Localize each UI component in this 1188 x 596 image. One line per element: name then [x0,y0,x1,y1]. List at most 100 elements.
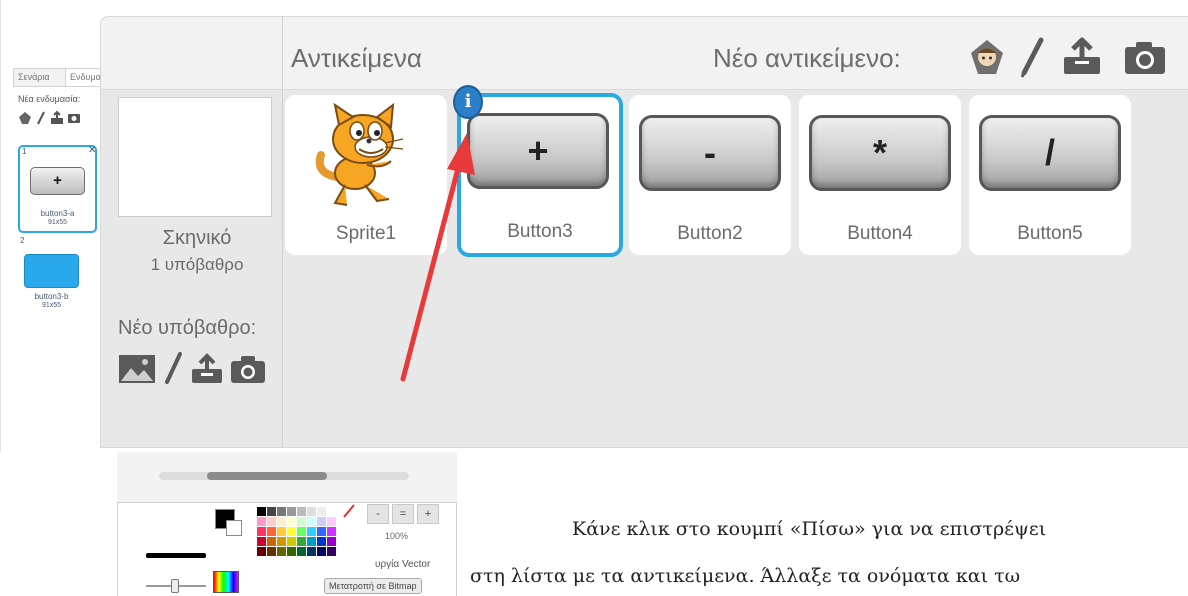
camera-icon[interactable] [1123,37,1167,77]
palette-swatch[interactable] [257,547,266,556]
palette-swatch[interactable] [287,537,296,546]
choose-sprite-icon[interactable] [967,37,1007,77]
palette-swatch[interactable] [297,517,306,526]
palette-swatch[interactable] [267,527,276,536]
palette-swatch[interactable] [287,507,296,516]
palette-swatch[interactable] [317,507,326,516]
choose-costume-icon[interactable] [18,111,32,125]
sprite-thumbnail: / [979,115,1121,191]
slider-handle[interactable] [171,579,179,593]
close-icon[interactable]: ✕ [88,145,96,156]
palette-swatch[interactable] [297,507,306,516]
camera-icon[interactable] [68,111,80,125]
palette-swatch[interactable] [307,517,316,526]
palette-swatch[interactable] [327,547,336,556]
palette-swatch[interactable] [307,507,316,516]
palette-swatch[interactable] [307,547,316,556]
palette-swatch[interactable] [307,537,316,546]
palette-swatch[interactable] [327,507,336,516]
stroke-width-preview [146,553,206,558]
zoom-out-button[interactable]: - [367,504,389,524]
palette-swatch[interactable] [327,537,336,546]
sprite-name: Button4 [847,223,913,244]
sprite-thumbnail: - [639,115,781,191]
annotation-arrow [400,133,475,382]
palette-swatch[interactable] [327,527,336,536]
sprite-tile-button2[interactable]: - Button2 [629,95,791,255]
palette-swatch[interactable] [277,537,286,546]
convert-to-bitmap-button[interactable]: Μετατροπή σε Bitmap [324,578,422,594]
paint-icon[interactable] [36,111,46,125]
new-costume-label: Νέα ενδυμασία: [18,94,81,104]
palette-swatch[interactable] [317,537,326,546]
paint-icon[interactable] [162,352,184,386]
stage-thumbnail[interactable] [118,97,272,217]
new-sprite-label: Νέο αντικείμενο: [713,43,901,73]
tab-scripts[interactable]: Σενάρια [13,68,67,86]
costume-thumbnail: + [30,167,85,195]
stage-label: Σκηνικό [162,227,232,249]
costume-name: button3-a [40,209,75,218]
costume-name: button3-b [34,292,69,301]
secondary-color-swatch[interactable] [226,520,242,536]
palette-swatch[interactable] [287,517,296,526]
color-palette[interactable] [257,507,336,556]
zoom-level: 100% [385,531,409,541]
palette-swatch[interactable] [267,517,276,526]
upload-icon[interactable] [50,111,64,125]
costume-item-1[interactable]: 1 ✕ + button3-a 91x55 [18,145,97,233]
info-icon[interactable]: i [453,85,483,119]
paint-icon[interactable] [1017,37,1047,79]
zoom-reset-button[interactable]: = [392,504,414,524]
costume-thumbnail-2[interactable] [24,254,79,288]
sprite-thumbnail: * [809,115,951,191]
scrollbar-thumb[interactable] [207,472,327,480]
palette-swatch[interactable] [257,537,266,546]
new-backdrop-label: Νέο υπόβαθρο: [118,317,257,339]
palette-swatch[interactable] [277,527,286,536]
palette-swatch[interactable] [307,527,316,536]
editor-tabs: Σενάρια Ενδυμασίες [13,68,111,86]
palette-swatch[interactable] [267,507,276,516]
palette-swatch[interactable] [267,537,276,546]
sprite-name: Button2 [677,223,743,244]
palette-swatch[interactable] [327,517,336,526]
palette-swatch[interactable] [267,547,276,556]
palette-swatch[interactable] [257,507,266,516]
palette-swatch[interactable] [317,547,326,556]
costume-number: 2 [20,236,25,245]
sprite-tile-button4[interactable]: * Button4 [799,95,961,255]
palette-swatch[interactable] [317,517,326,526]
panel-border [0,0,1,452]
sprites-title: Αντικείμενα [291,43,422,73]
backdrop-count: 1 υπόβαθρο [150,255,244,274]
palette-swatch[interactable] [317,527,326,536]
palette-swatch[interactable] [297,547,306,556]
tabs-divider [13,86,103,87]
new-backdrop-icons [118,352,266,386]
costume-size: 91x55 [41,302,62,309]
palette-swatch[interactable] [277,547,286,556]
palette-swatch[interactable] [297,537,306,546]
color-picker-icon[interactable] [213,571,239,593]
costumes-panel: Σενάρια Ενδυμασίες Νέα ενδυμασία: 1 ✕ + … [0,0,111,452]
palette-swatch[interactable] [287,527,296,536]
sprites-pane: Αντικείμενα Νέο αντικείμενο: Σκηνικό 1 υ… [100,16,1188,448]
upload-icon[interactable] [190,353,224,385]
new-costume-icons [18,111,80,125]
palette-swatch[interactable] [287,547,296,556]
palette-swatch[interactable] [277,507,286,516]
sprite-tile-button5[interactable]: / Button5 [969,95,1131,255]
palette-swatch[interactable] [297,527,306,536]
palette-swatch[interactable] [257,527,266,536]
no-color-icon[interactable] [343,504,355,518]
vector-mode-label: υργία Vector [375,559,431,570]
palette-swatch[interactable] [277,517,286,526]
library-icon[interactable] [118,354,156,384]
palette-swatch[interactable] [257,517,266,526]
upload-icon[interactable] [1061,37,1103,77]
costume-size: 91x55 [47,219,68,226]
zoom-in-button[interactable]: + [417,504,439,524]
paint-editor: - = + 100% υργία Vector Μετατροπή σε Bit… [117,452,457,596]
camera-icon[interactable] [230,353,266,385]
